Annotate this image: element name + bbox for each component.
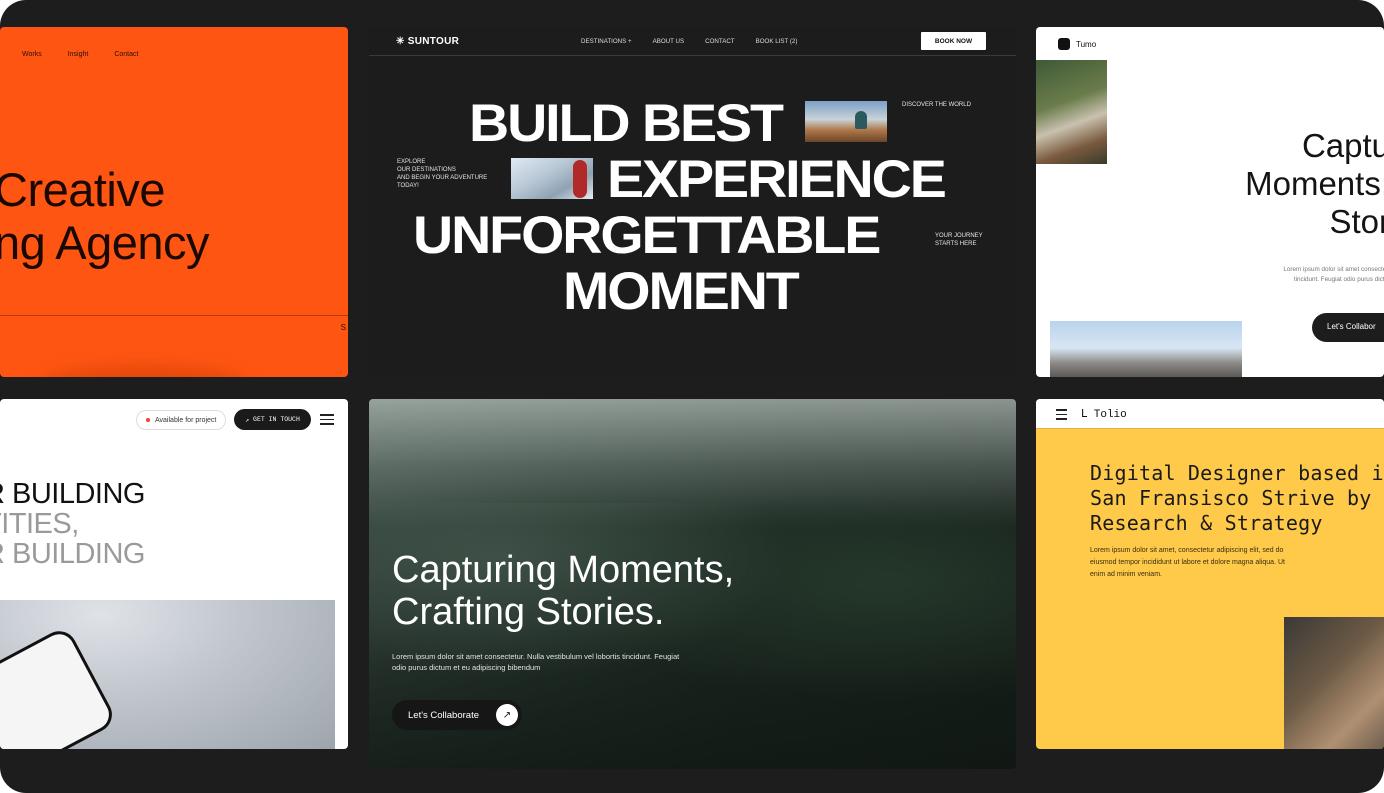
menu-contact[interactable]: CONTACT [705,38,734,45]
hamburger-menu-icon[interactable] [320,414,334,428]
tolio-headline-line-2: San Fransisco Strive by [1090,486,1372,510]
sun-icon: ✳ [396,36,405,47]
tumo-logo-icon [1058,38,1070,50]
arrow-up-right-icon: ↗ [245,416,250,424]
tumo-body: Lorem ipsum dolor sit amet consectet tin… [1238,265,1384,285]
lets-collaborate-label: Let's Collaborate [408,709,479,721]
tumo-headline: Captu Moments, Stor [1245,127,1384,241]
forest-headline: Capturing Moments, Crafting Stories. [392,549,734,633]
building-headline-line-3: R BUILDING [0,538,145,570]
tumo-body-line-1: Lorem ipsum dolor sit amet consectet [1283,266,1384,273]
tolio-headline: Digital Designer based i San Fransisco S… [1090,461,1384,536]
menu-about-us[interactable]: ABOUT US [653,38,685,45]
suntour-logo[interactable]: ✳ SUNTOUR [396,36,459,47]
explore-line-3: AND BEGIN YOUR ADVENTURE [397,175,488,181]
lets-collaborate-button[interactable]: Let's Collaborate ↗ [392,700,522,730]
tolio-headline-line-3: Research & Strategy [1090,511,1323,535]
nav-insight-link[interactable]: Insight [68,51,89,58]
tolio-header: ᒪ Tolio [1036,399,1384,429]
agency-nav: Works Insight Contact [22,51,138,58]
building-template-card[interactable]: Available for project ↗ GET IN TOUCH R B… [0,399,348,749]
explore-text: EXPLORE OUR DESTINATIONS AND BEGIN YOUR … [397,158,487,190]
explore-line-2: OUR DESTINATIONS [397,167,456,173]
agency-headline: Creative ng Agency [0,163,210,269]
tolio-logo-icon: ᒪ [1081,409,1088,421]
suntour-headline-line-2: EXPERIENCE [607,150,947,209]
tolio-brand-text: Tolio [1093,409,1127,421]
agency-edge-text: S [340,323,346,332]
shadow-decoration [40,367,248,377]
discover-text: DISCOVER THE WORLD [902,102,971,108]
building-headline: R BUILDING TITIES, R BUILDING [0,479,145,569]
shoe-photo [1036,60,1107,164]
journey-line-1: YOUR JOURNEY [935,233,983,239]
suntour-menu: DESTINATIONS + ABOUT US CONTACT BOOK LIS… [581,38,797,45]
menu-destinations[interactable]: DESTINATIONS + [581,38,632,45]
agency-template-card[interactable]: Works Insight Contact Creative ng Agency… [0,27,348,377]
explore-line-4: TODAY! [397,183,419,189]
suntour-headline-line-1: BUILD BEST [469,94,784,153]
tolio-headline-line-1: Digital Designer based i [1090,461,1384,485]
arrow-up-right-icon: ↗ [496,704,518,726]
agency-headline-line-1: Creative [0,163,166,216]
suntour-headline-line-4: MOMENT [563,262,800,321]
tumo-collaborate-button[interactable]: Let's Collabor [1312,313,1384,342]
snow-hiker-photo [511,158,593,199]
forest-headline-line-1: Capturing Moments, [392,549,735,591]
get-in-touch-button[interactable]: ↗ GET IN TOUCH [234,409,311,430]
availability-text: Available for project [155,416,217,424]
book-now-button[interactable]: BOOK NOW [921,32,986,50]
building-photo [1050,321,1242,377]
explore-line-1: EXPLORE [397,159,426,165]
building-headline-line-2: TITIES, [0,508,79,540]
suntour-header: ✳ SUNTOUR DESTINATIONS + ABOUT US CONTAC… [369,27,1016,56]
hamburger-menu-icon[interactable] [1056,409,1067,423]
divider [0,315,348,316]
tumo-headline-line-1: Captu [1301,127,1384,164]
desert-photo [805,101,887,142]
suntour-headline-line-3: UNFORGETTABLE [413,206,881,265]
suntour-template-card[interactable]: ✳ SUNTOUR DESTINATIONS + ABOUT US CONTAC… [369,27,1016,377]
building-headline-line-1: R BUILDING [0,478,145,510]
tumo-headline-line-2: Moments, [1245,165,1384,202]
tumo-brand-text: Tumo [1076,39,1097,49]
menu-book-list[interactable]: BOOK LIST (2) [756,38,798,45]
forest-headline-line-2: Crafting Stories. [392,591,665,633]
tumo-brand[interactable]: Tumo [1058,38,1096,50]
forest-body: Lorem ipsum dolor sit amet consectetur. … [392,652,680,672]
showcase-frame: Works Insight Contact Creative ng Agency… [0,0,1384,793]
tumo-headline-line-3: Stor [1329,203,1384,240]
suntour-logo-text: SUNTOUR [407,36,460,47]
tumo-body-line-2: tincidunt. Feugiat odio purus dictu [1293,276,1384,283]
tolio-body: Lorem ipsum dolor sit amet, consectetur … [1090,547,1285,578]
nav-contact-link[interactable]: Contact [114,51,138,58]
tolio-brand[interactable]: ᒪ Tolio [1081,407,1127,421]
agency-headline-line-2: ng Agency [0,216,210,269]
nav-works-link[interactable]: Works [22,51,42,58]
availability-badge: Available for project [136,410,227,430]
tumo-template-card[interactable]: Tumo Captu Moments, Stor Lorem ipsum dol… [1036,27,1384,377]
journey-line-2: STARTS HERE [935,241,977,247]
status-dot-icon [146,418,150,422]
forest-template-card[interactable]: Capturing Moments, Crafting Stories. Lor… [369,399,1016,769]
laptop-photo [1284,617,1384,749]
tolio-template-card[interactable]: ᒪ Tolio Digital Designer based i San Fra… [1036,399,1384,749]
journey-text: YOUR JOURNEY STARTS HERE [935,232,983,248]
get-in-touch-label: GET IN TOUCH [253,416,300,423]
